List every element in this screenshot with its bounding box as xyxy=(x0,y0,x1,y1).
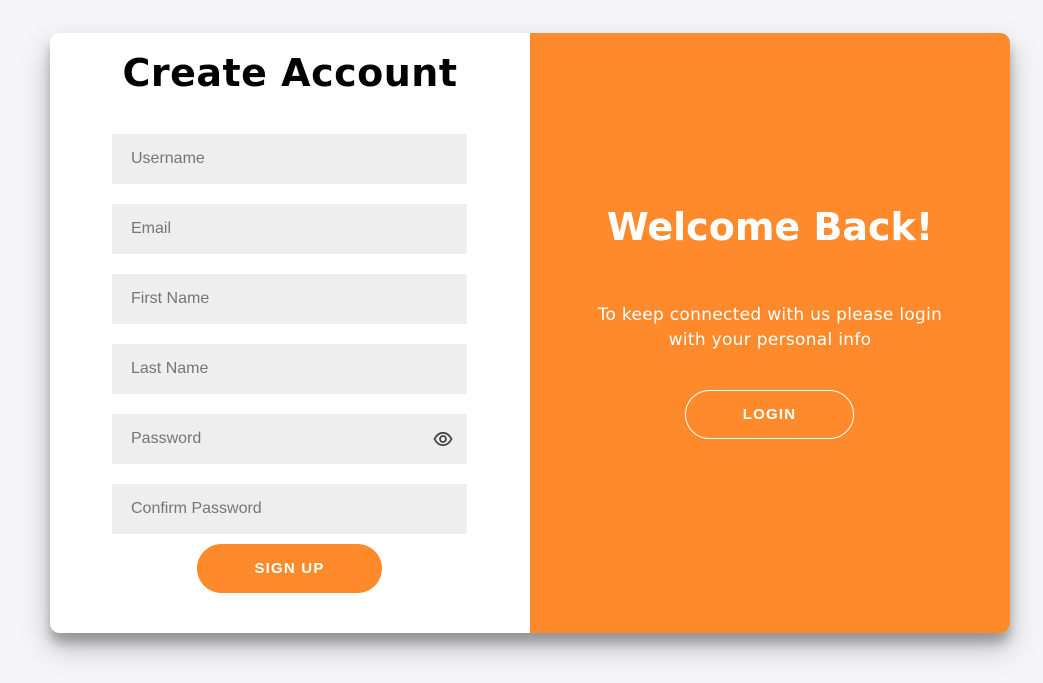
email-input[interactable] xyxy=(112,204,467,254)
eye-icon[interactable] xyxy=(433,431,453,447)
signup-title: Create Account xyxy=(122,51,458,95)
welcome-message: To keep connected with us please login w… xyxy=(597,305,943,350)
username-field-container xyxy=(112,134,467,184)
last-name-field-container xyxy=(112,344,467,394)
password-field-container xyxy=(112,414,467,464)
confirm-password-field-container xyxy=(112,484,467,534)
email-field-container xyxy=(112,204,467,254)
first-name-input[interactable] xyxy=(112,274,467,324)
welcome-panel: Welcome Back! To keep connected with us … xyxy=(530,33,1010,633)
welcome-title: Welcome Back! xyxy=(606,205,934,249)
auth-card: Create Account SIGN UP xyxy=(50,33,1010,633)
login-button[interactable]: LOGIN xyxy=(685,390,854,439)
first-name-field-container xyxy=(112,274,467,324)
username-input[interactable] xyxy=(112,134,467,184)
password-input[interactable] xyxy=(112,414,467,464)
sign-up-button[interactable]: SIGN UP xyxy=(197,544,382,593)
confirm-password-input[interactable] xyxy=(112,484,467,534)
last-name-input[interactable] xyxy=(112,344,467,394)
signup-panel: Create Account SIGN UP xyxy=(50,33,530,633)
